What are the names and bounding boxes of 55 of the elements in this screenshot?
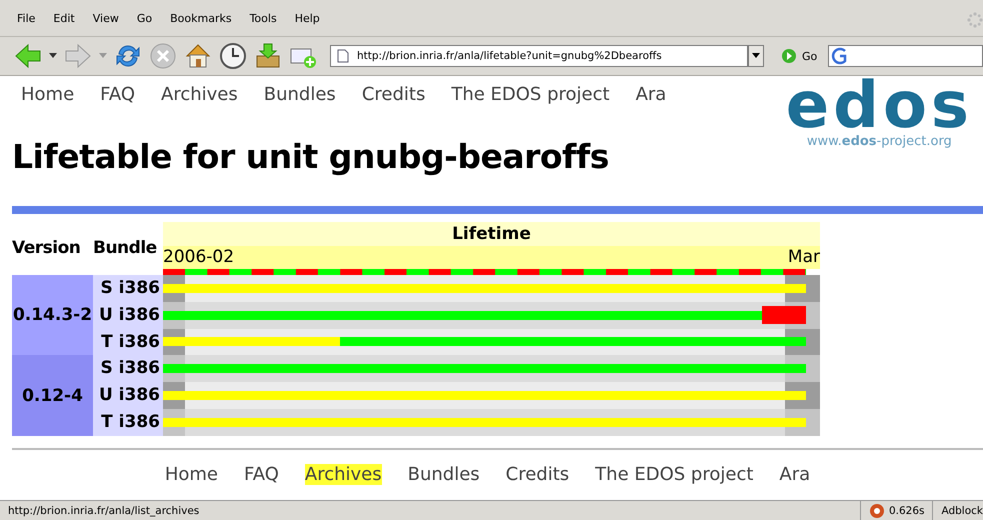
nav-link[interactable]: Archives — [304, 464, 382, 485]
bundle-cell: U i386 — [93, 382, 163, 409]
menu-item[interactable]: View — [84, 12, 128, 24]
clock-icon[interactable] — [219, 42, 247, 70]
search-field[interactable] — [828, 45, 983, 67]
logo-url: www.edos-project.org — [806, 134, 952, 149]
nav-link[interactable]: Home — [21, 84, 74, 105]
menu-item[interactable]: File — [8, 12, 44, 24]
bundle-cell: S i386 — [93, 275, 163, 302]
bundle-cell: T i386 — [93, 328, 163, 356]
download-box-icon[interactable] — [254, 42, 282, 70]
load-time: 0.626s — [888, 504, 924, 516]
page-title: Lifetable for unit gnubg-bearoffs — [12, 137, 610, 176]
menu-item[interactable]: Tools — [240, 12, 286, 24]
menu-item[interactable]: Go — [128, 12, 162, 24]
caret-icon — [752, 53, 760, 59]
menu-item[interactable]: Bookmarks — [161, 12, 241, 24]
caret-icon[interactable] — [49, 53, 57, 59]
bundle-cell: T i386 — [93, 408, 163, 436]
bundle-cell: S i386 — [93, 355, 163, 382]
nav-link[interactable]: Credits — [362, 84, 426, 105]
column-header: Bundle — [93, 237, 158, 258]
address-field[interactable]: http://brion.inria.fr/anla/lifetable?unit=gnubg%2Dbearoffs — [330, 45, 748, 67]
bundle-cell: U i386 — [93, 302, 163, 329]
home-icon[interactable] — [184, 42, 212, 70]
nav-link[interactable]: The EDOS project — [595, 464, 754, 485]
menu-item[interactable]: Help — [286, 12, 329, 24]
menu-item[interactable]: Edit — [44, 12, 84, 24]
adblock-label[interactable]: Adblock — [932, 501, 983, 520]
column-header: Version — [12, 237, 82, 258]
search-engine-icon[interactable] — [831, 47, 850, 65]
nav-link[interactable]: Ara — [779, 464, 810, 485]
nav-link[interactable]: The EDOS project — [451, 84, 610, 105]
date-label: Mar — [788, 246, 820, 269]
play-icon — [781, 48, 797, 64]
go-button[interactable]: Go — [777, 48, 822, 64]
nav-link[interactable]: Home — [164, 464, 218, 485]
nav-link[interactable]: Bundles — [408, 464, 480, 485]
nav-link[interactable]: FAQ — [100, 84, 136, 105]
timer-icon — [868, 502, 885, 518]
nav-link[interactable]: Ara — [636, 84, 666, 105]
nav-link[interactable]: Credits — [506, 464, 570, 485]
version-cell: 0.12-4 — [12, 355, 93, 436]
nav-link[interactable]: Bundles — [264, 84, 336, 105]
nav-link[interactable]: Archives — [161, 84, 238, 105]
logo: edos — [786, 80, 973, 132]
nav-link[interactable]: FAQ — [244, 464, 279, 485]
date-label: 2006-02 — [163, 246, 234, 269]
column-header: Lifetime — [163, 222, 820, 246]
stop-icon[interactable] — [149, 42, 177, 70]
version-cell: 0.14.3-2 — [12, 275, 93, 356]
back-icon[interactable] — [14, 43, 42, 69]
page-icon — [337, 49, 349, 63]
status-text: http://brion.inria.fr/anla/list_archives — [7, 504, 200, 516]
dropdown-button[interactable] — [748, 45, 764, 67]
